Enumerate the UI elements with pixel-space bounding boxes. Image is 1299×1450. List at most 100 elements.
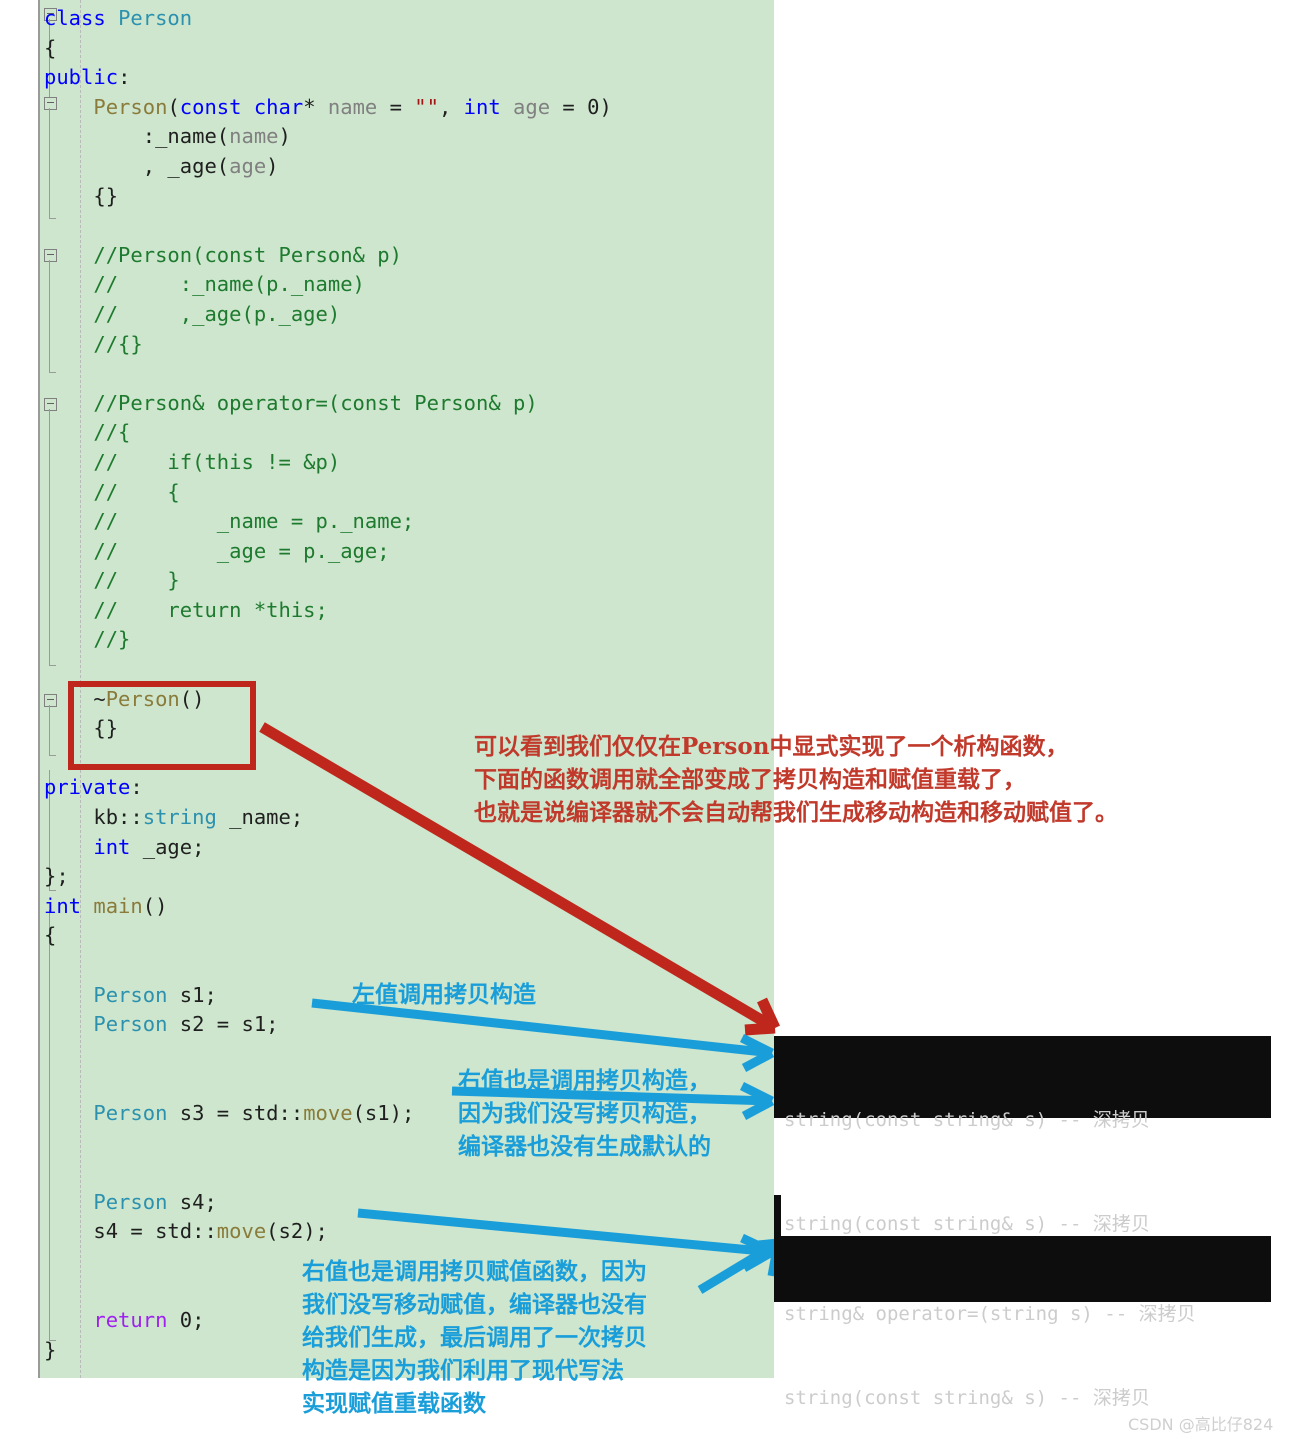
code-line: int _age; [44, 833, 764, 863]
code-token: // if(this != &p) [44, 449, 341, 474]
code-line: // _name = p._name; [44, 507, 764, 537]
code-token: : [118, 65, 131, 90]
code-token: Person [93, 1189, 168, 1214]
code-token: , _age( [44, 153, 230, 178]
code-token: //{ [44, 420, 131, 445]
code-token: s2 = s1; [167, 1012, 279, 1037]
code-token: } [44, 1337, 57, 1362]
code-token: age [229, 153, 267, 178]
code-token: // :_name(p._name) [44, 272, 365, 297]
console-line: string& operator=(string s) -- 深拷贝 [784, 1303, 1196, 1325]
code-token: :_name( [44, 124, 230, 149]
code-token: s3 = std:: [167, 1100, 304, 1125]
code-line: //Person(const Person& p) [44, 241, 764, 271]
code-token: return [93, 1308, 168, 1333]
code-token: public [44, 65, 119, 90]
code-token: // { [44, 479, 180, 504]
code-token: // ,_age(p._age) [44, 301, 341, 326]
code-token: ) [266, 153, 279, 178]
code-token: ( [167, 94, 180, 119]
code-line: { [44, 34, 764, 64]
code-token: }; [44, 864, 69, 889]
code-token: // } [44, 568, 180, 593]
code-token: , [438, 94, 464, 119]
code-token: kb:: [44, 805, 143, 830]
code-line: //{ [44, 418, 764, 448]
annotation-blue-note-3: 右值也是调用拷贝赋值函数，因为 我们没写移动赋值，编译器也没有 给我们生成，最后… [302, 1258, 647, 1417]
code-token: = [377, 94, 415, 119]
code-token: "" [414, 94, 439, 119]
code-token: { [44, 923, 57, 948]
code-line: // } [44, 566, 764, 596]
code-token: (s2); [266, 1219, 328, 1244]
code-token: = 0) [550, 94, 612, 119]
console-edge-strip [774, 1195, 781, 1239]
code-line: // _age = p._age; [44, 537, 764, 567]
annotation-blue-note-2: 右值也是调用拷贝构造， 因为我们没写拷贝构造， 编译器也没有生成默认的 [458, 1067, 711, 1160]
code-token: Person [93, 1100, 168, 1125]
code-line: {} [44, 182, 764, 212]
console-output-2: string& operator=(string s) -- 深拷贝 strin… [774, 1236, 1271, 1409]
code-token: Person [118, 6, 193, 30]
code-line: Person(const char* name = "", int age = … [44, 93, 764, 123]
code-token: s1; [167, 982, 217, 1007]
code-line: Person s2 = s1; [44, 1010, 764, 1040]
code-token: Person [93, 1012, 168, 1037]
code-token: main [93, 893, 143, 918]
code-token: // _age = p._age; [44, 538, 390, 563]
code-token: Person [93, 982, 168, 1007]
code-token: name [229, 124, 279, 149]
code-line: //{} [44, 330, 764, 360]
code-token: name [327, 94, 378, 119]
console-line: string(const string& s) -- 深拷贝 [784, 1387, 1150, 1409]
destructor-highlight-box [68, 681, 256, 770]
console-line: string(const string& s) -- 深拷贝 [784, 1109, 1150, 1131]
code-token: const char [179, 94, 304, 119]
code-line: }; [44, 862, 764, 892]
code-token: //Person(const Person& p) [44, 242, 402, 267]
code-line: s4 = std::move(s2); [44, 1217, 764, 1247]
code-token: _age; [130, 834, 205, 859]
code-token: _name; [216, 805, 304, 830]
code-token: * [303, 94, 328, 119]
annotation-blue-note-1: 左值调用拷贝构造 [352, 981, 536, 1008]
code-token: 0; [167, 1308, 205, 1333]
code-line: // return *this; [44, 596, 764, 626]
code-line: // if(this != &p) [44, 448, 764, 478]
code-line: //Person& operator=(const Person& p) [44, 389, 764, 419]
code-line: public: [44, 63, 764, 93]
code-token: string [142, 805, 217, 830]
code-line: :_name(name) [44, 122, 764, 152]
code-line: //} [44, 625, 764, 655]
code-token: int [44, 893, 82, 918]
code-token: //} [44, 627, 131, 652]
code-token: //Person& operator=(const Person& p) [44, 390, 538, 415]
code-line: , _age(age) [44, 152, 764, 182]
code-token: { [44, 35, 57, 60]
code-token: int [93, 834, 131, 859]
code-token: : [130, 775, 143, 800]
code-token: s4; [167, 1189, 217, 1214]
code-line: { [44, 921, 764, 951]
code-line: // ,_age(p._age) [44, 300, 764, 330]
code-token: int [463, 94, 501, 119]
code-token: (s1); [352, 1100, 415, 1125]
code-token: move [303, 1100, 353, 1125]
code-token: private [44, 775, 131, 800]
code-token: () [142, 893, 168, 918]
code-token: //{} [44, 331, 143, 356]
code-token: {} [44, 183, 119, 208]
code-token: move [216, 1219, 267, 1244]
console-output-1: string(const string& s) -- 深拷贝 string(co… [774, 1036, 1271, 1235]
